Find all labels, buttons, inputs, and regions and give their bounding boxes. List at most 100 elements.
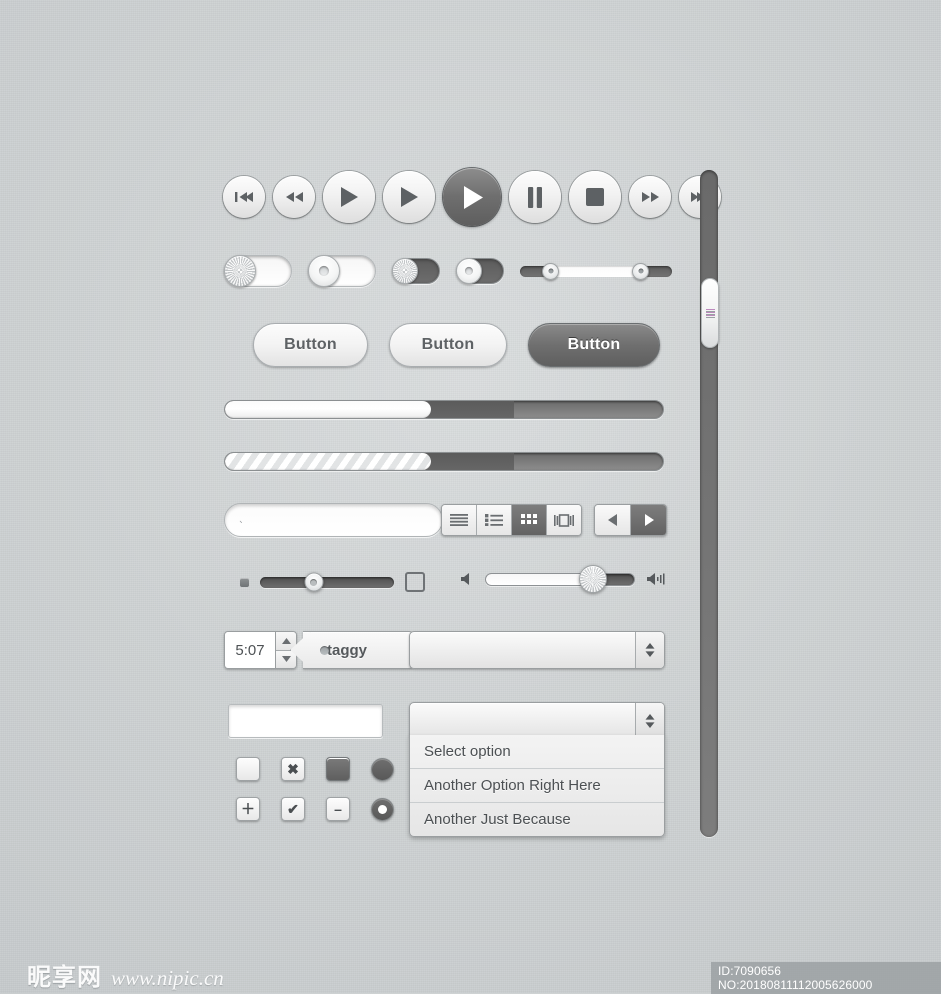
view-list-button[interactable] <box>442 505 477 535</box>
prev-button[interactable] <box>595 505 631 535</box>
dropdown-option[interactable]: Another Option Right Here <box>410 769 664 803</box>
scrollbar-thumb[interactable] <box>701 278 719 348</box>
progress-fill <box>225 401 431 418</box>
checkbox-minus[interactable]: – <box>326 797 350 821</box>
fast-forward-icon <box>641 192 659 202</box>
grip-lines-icon <box>705 309 715 318</box>
range-slider-dual[interactable] <box>520 262 672 280</box>
button-default-1[interactable]: Button <box>253 323 368 367</box>
stop-icon <box>586 188 604 206</box>
search-icon <box>239 520 242 523</box>
search-field[interactable] <box>224 503 443 537</box>
size-slider[interactable] <box>260 572 394 592</box>
play-button-1[interactable] <box>323 171 375 223</box>
view-grid-icon <box>521 514 537 524</box>
play-button-2[interactable] <box>383 171 435 223</box>
tag-chip[interactable]: taggy <box>303 631 414 669</box>
combobox-top-value[interactable] <box>410 632 635 668</box>
updown-caret-icon <box>645 643 655 657</box>
toggle-large-on[interactable] <box>224 255 292 287</box>
radio-empty-dark[interactable] <box>371 757 394 781</box>
size-slider-knob[interactable] <box>304 572 324 592</box>
skip-back-icon <box>235 192 253 202</box>
view-coverflow-button[interactable] <box>547 505 581 535</box>
toggle-knob[interactable] <box>392 258 418 284</box>
progress-bar-striped[interactable] <box>224 452 664 471</box>
vertical-scrollbar[interactable] <box>700 170 719 837</box>
view-detail-button[interactable] <box>477 505 512 535</box>
dropdown-options-list: Select option Another Option Right Here … <box>409 735 665 837</box>
speaker-loud-icon <box>647 573 665 585</box>
checkbox-filled[interactable] <box>326 757 350 781</box>
progress-bar-solid[interactable] <box>224 400 664 419</box>
checkbox-empty[interactable] <box>236 757 260 781</box>
rewind-icon <box>285 192 303 202</box>
progress-fill <box>225 453 431 470</box>
checkbox-radio-group: ✖ ＋ ✔ – <box>236 757 394 821</box>
toggle-small-off-ring[interactable] <box>456 258 504 284</box>
pager-control <box>594 504 667 536</box>
image-id-badge: ID:7090656 NO:20180811112005626000 <box>711 962 941 994</box>
volume-fill <box>486 573 593 585</box>
watermark: 昵享网 www.nipic.cn <box>27 957 224 992</box>
volume-slider-group <box>460 565 665 593</box>
toggle-large-on-ring[interactable] <box>308 255 376 287</box>
pause-icon <box>528 186 542 208</box>
time-stepper[interactable]: 5:07 <box>224 631 297 669</box>
play-icon <box>463 185 483 209</box>
stop-button[interactable] <box>569 171 621 223</box>
skip-back-button[interactable] <box>223 176 265 218</box>
updown-caret-icon <box>645 714 655 728</box>
tag-label: taggy <box>327 641 368 659</box>
view-detail-icon <box>485 514 503 526</box>
dropdown-option[interactable]: Another Just Because <box>410 803 664 836</box>
range-handle-high[interactable] <box>632 262 649 280</box>
volume-slider[interactable] <box>485 565 635 593</box>
checkbox-row-1: ✖ <box>236 757 394 781</box>
button-group: Button Button Button <box>253 323 660 367</box>
combobox-top[interactable] <box>409 631 665 669</box>
stepper-down-button[interactable] <box>276 650 296 668</box>
checkbox-cross[interactable]: ✖ <box>281 757 305 781</box>
fast-forward-button[interactable] <box>629 176 671 218</box>
checkbox-row-2: ＋ ✔ – <box>236 797 394 821</box>
view-coverflow-icon <box>554 513 574 527</box>
button-active[interactable]: Button <box>528 323 660 367</box>
view-list-icon <box>450 514 468 526</box>
caret-up-icon <box>281 637 291 644</box>
play-icon <box>341 187 358 207</box>
watermark-url: www.nipic.cn <box>111 966 224 990</box>
stepper-value[interactable]: 5:07 <box>225 632 276 668</box>
view-grid-button[interactable] <box>512 505 547 535</box>
combobox-top-button[interactable] <box>635 632 664 668</box>
ui-kit-canvas: Button Button Button 5:07 taggy Select o… <box>0 0 941 994</box>
range-handle-low[interactable] <box>542 262 559 280</box>
rewind-button[interactable] <box>273 176 315 218</box>
small-square-icon <box>240 577 249 587</box>
toggle-group <box>224 255 672 287</box>
radio-dot <box>378 804 387 814</box>
large-square-icon <box>405 572 425 592</box>
checkbox-plus[interactable]: ＋ <box>236 797 260 821</box>
checkbox-check[interactable]: ✔ <box>281 797 305 821</box>
combobox-bottom-value[interactable] <box>410 703 635 739</box>
toggle-knob[interactable] <box>224 255 256 287</box>
pause-button[interactable] <box>509 171 561 223</box>
size-slider-group <box>240 572 425 592</box>
dropdown-option[interactable]: Select option <box>410 735 664 769</box>
radio-selected[interactable] <box>371 797 394 821</box>
combobox-bottom-button[interactable] <box>635 703 664 739</box>
play-icon <box>401 187 418 207</box>
volume-slider-knob[interactable] <box>578 565 607 593</box>
button-default-2[interactable]: Button <box>389 323 507 367</box>
caret-down-icon <box>281 656 291 663</box>
search-input[interactable] <box>250 511 430 529</box>
text-input-field[interactable] <box>228 704 383 738</box>
play-button-active[interactable] <box>443 168 501 226</box>
toggle-knob[interactable] <box>308 255 340 287</box>
next-button[interactable] <box>631 505 666 535</box>
view-mode-segmented-control <box>441 504 582 536</box>
prev-arrow-icon <box>607 514 617 526</box>
toggle-knob[interactable] <box>456 258 482 284</box>
toggle-small-off[interactable] <box>392 258 440 284</box>
